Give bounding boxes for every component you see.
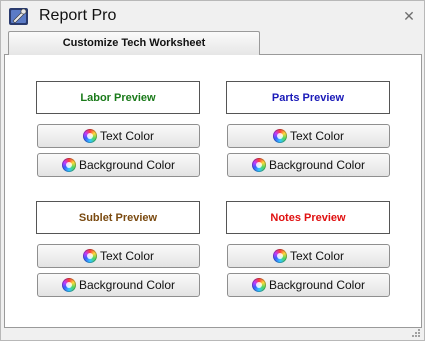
button-label: Text Color	[99, 129, 155, 143]
parts-text-color-button[interactable]: Text Color	[227, 124, 390, 148]
close-icon[interactable]: ✕	[402, 9, 416, 23]
button-label: Text Color	[289, 129, 345, 143]
sublet-background-color-button[interactable]: Background Color	[37, 273, 200, 297]
button-label: Text Color	[289, 249, 345, 263]
color-wheel-icon	[251, 158, 266, 172]
button-label: Background Color	[78, 158, 176, 172]
parts-background-color-button[interactable]: Background Color	[227, 153, 390, 177]
parts-preview: Parts Preview	[226, 81, 390, 114]
tab-customize-tech-worksheet[interactable]: Customize Tech Worksheet	[8, 31, 260, 55]
color-wheel-icon	[82, 129, 97, 143]
labor-background-color-button[interactable]: Background Color	[37, 153, 200, 177]
notes-background-color-button[interactable]: Background Color	[227, 273, 390, 297]
button-label: Background Color	[268, 278, 366, 292]
color-wheel-icon	[272, 249, 287, 263]
button-label: Background Color	[268, 158, 366, 172]
color-wheel-icon	[82, 249, 97, 263]
notes-preview: Notes Preview	[226, 201, 390, 234]
color-wheel-icon	[272, 129, 287, 143]
title-bar[interactable]: Report Pro ✕	[1, 1, 424, 31]
notes-text-color-button[interactable]: Text Color	[227, 244, 390, 268]
labor-preview: Labor Preview	[36, 81, 200, 114]
color-wheel-icon	[61, 158, 76, 172]
labor-text-color-button[interactable]: Text Color	[37, 124, 200, 148]
report-pro-window: Report Pro ✕ Customize Tech Worksheet La…	[0, 0, 425, 341]
worksheet-panel: Labor Preview Text Color Background Colo…	[4, 54, 422, 328]
color-wheel-icon	[251, 278, 266, 292]
resize-grip-icon[interactable]	[411, 328, 421, 338]
sublet-preview: Sublet Preview	[36, 201, 200, 234]
window-title: Report Pro	[39, 7, 117, 24]
button-label: Background Color	[78, 278, 176, 292]
button-label: Text Color	[99, 249, 155, 263]
sublet-text-color-button[interactable]: Text Color	[37, 244, 200, 268]
app-wrench-icon	[9, 8, 28, 25]
color-wheel-icon	[61, 278, 76, 292]
